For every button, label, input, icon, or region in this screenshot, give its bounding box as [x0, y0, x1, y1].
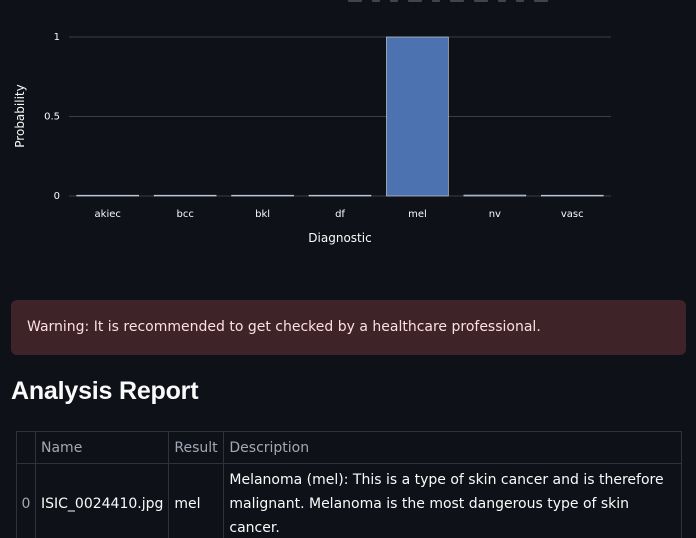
probability-bar-chart: 0 0.5 1 akiec bcc bkl df mel nv vasc Probability…	[13, 32, 611, 245]
warning-text: Warning: It is recommended to get checke…	[27, 319, 541, 335]
column-header-description[interactable]: Description	[223, 432, 681, 464]
bar-nv[interactable]	[463, 194, 527, 197]
analysis-report-heading: Analysis Report	[11, 377, 199, 405]
bar-vasc[interactable]	[541, 194, 604, 197]
bar-bkl[interactable]	[231, 194, 294, 197]
x-tick-label-akiec: akiec	[95, 209, 121, 220]
warning-alert: Warning: It is recommended to get checke…	[11, 300, 686, 355]
table-row[interactable]: 0 ISIC_0024410.jpg mel Melanoma (mel): T…	[17, 463, 681, 538]
bar-mel[interactable]	[386, 36, 449, 197]
x-tick-label-mel: mel	[408, 209, 427, 220]
bar-akiec[interactable]	[76, 194, 139, 197]
report-table[interactable]: Name Result Description 0 ISIC_0024410.j…	[16, 431, 682, 538]
row-result-cell[interactable]: mel	[168, 463, 225, 538]
x-tick-label-bcc: bcc	[176, 209, 193, 220]
bar-df[interactable]	[308, 194, 372, 197]
row-description-cell[interactable]: Melanoma (mel): This is a type of skin c…	[224, 464, 681, 538]
column-header-name[interactable]: Name	[35, 432, 170, 464]
x-tick-label-bkl: bkl	[255, 209, 270, 220]
y-tick-label: 0.5	[44, 112, 60, 123]
y-tick-label: 0	[54, 191, 60, 202]
y-axis-title: Probability	[13, 84, 27, 147]
bar-bcc[interactable]	[153, 194, 217, 197]
x-tick-label-df: df	[335, 209, 345, 220]
x-axis-title: Diagnostic	[308, 231, 371, 245]
app-root: 0 0.5 1 akiec bcc bkl df mel nv vasc Probability…	[0, 0, 696, 538]
column-header-result[interactable]: Result	[168, 432, 225, 464]
y-tick-label: 1	[54, 32, 60, 43]
table-header-row: Name Result Description	[17, 432, 681, 464]
row-name-cell[interactable]: ISIC_0024410.jpg	[35, 463, 170, 538]
x-tick-label-vasc: vasc	[561, 209, 584, 220]
x-tick-label-nv: nv	[489, 209, 501, 220]
column-header-index[interactable]	[17, 432, 36, 464]
row-index: 0	[17, 463, 36, 538]
